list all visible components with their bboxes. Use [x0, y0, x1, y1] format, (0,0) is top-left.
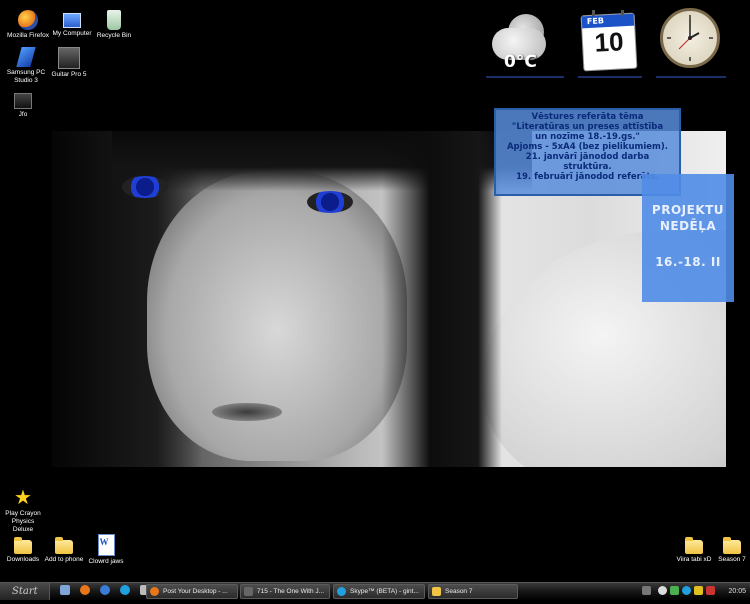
analog-clock-icon	[660, 8, 720, 68]
taskbar-item-season-7[interactable]: Season 7	[428, 584, 518, 599]
computer-icon	[63, 13, 81, 28]
note-line: 21. janvārī jānodod darba	[525, 152, 650, 162]
calendar-rings-icon	[592, 10, 624, 16]
skype-tray-icon[interactable]	[682, 586, 691, 595]
samsung-pc-studio-icon	[16, 47, 36, 67]
desktop-icon-clowrd-jaws[interactable]: Clowrd jaws	[78, 534, 134, 566]
tray-icon[interactable]	[694, 586, 703, 595]
note-line: PROJEKTU	[651, 203, 725, 217]
tray-icon[interactable]	[642, 586, 651, 595]
desktop-icon-label: Samsung PC	[6, 69, 46, 76]
taskbar: Start Post Your Desktop - ... 715 - The …	[0, 582, 750, 600]
desktop-icon-label: Physics	[11, 518, 35, 525]
guitar-pro-icon	[58, 47, 80, 69]
internet-explorer-icon[interactable]	[100, 585, 111, 595]
start-button[interactable]: Start	[0, 583, 50, 600]
media-player-icon	[244, 587, 253, 596]
desktop-icon-guitar-pro[interactable]: Guitar Pro 5	[41, 47, 97, 79]
note-line: Vēstures referāta tēma	[531, 112, 644, 122]
taskbar-item-715-the-one-with[interactable]: 715 - The One With J...	[240, 584, 330, 599]
recycle-bin-icon	[107, 10, 121, 30]
folder-icon	[14, 537, 32, 554]
note-line: struktūra.	[563, 162, 612, 172]
desktop-icon-season-7[interactable]: Season 7	[704, 536, 750, 564]
system-tray: 20:05	[640, 584, 750, 599]
note-dates: 16.-18. II	[655, 255, 721, 269]
desktop-icon-label: Mozilla Firefox	[7, 32, 49, 39]
desktop-icon-recycle-bin[interactable]: Recycle Bin	[86, 10, 142, 40]
note-line: un nozīme 18.-19.gs."	[535, 132, 640, 142]
desktop-icon-jfo[interactable]: Jfo	[0, 93, 51, 119]
weather-gadget[interactable]: 0°C	[486, 8, 564, 78]
note-line: "Literatūras un preses attīstība	[511, 122, 664, 132]
star-icon: ★	[14, 487, 32, 509]
show-desktop-icon[interactable]	[60, 585, 70, 595]
calendar-day: 10	[593, 26, 625, 58]
desktop-icon-label: Guitar Pro 5	[51, 71, 87, 78]
clock-gadget[interactable]	[656, 6, 726, 78]
folder-icon	[55, 537, 73, 554]
desktop-icon-label: Studio 3	[14, 77, 38, 84]
desktop-icon-label: Recycle Bin	[96, 32, 132, 39]
desktop-icon-label: Clowrd jaws	[88, 558, 124, 565]
desktop-icon-label: Season 7	[718, 556, 746, 563]
desktop-icon-label: Jfo	[18, 111, 28, 118]
word-document-icon	[97, 534, 115, 556]
sticky-note-project-week[interactable]: PROJEKTU NEDĒĻA 16.-18. II	[642, 174, 734, 302]
weather-temperature: 0°C	[504, 52, 537, 72]
note-line: Apjoms - 5xA4 (bez pielikumiem).	[506, 142, 669, 152]
taskbar-item-label: Season 7	[445, 588, 473, 595]
taskbar-clock[interactable]: 20:05	[728, 584, 746, 599]
quick-launch	[60, 585, 155, 598]
skype-icon[interactable]	[120, 585, 131, 595]
shortcut-icon	[14, 93, 32, 109]
folder-icon	[723, 537, 741, 554]
folder-icon	[432, 587, 441, 596]
tray-icon[interactable]	[706, 586, 715, 595]
folder-icon	[685, 537, 703, 554]
network-icon[interactable]	[670, 586, 679, 595]
taskbar-item-label: Post Your Desktop - ...	[163, 588, 228, 595]
desktop-icon-play-crayon-physics[interactable]: ★ Play Crayon Physics Deluxe	[0, 488, 51, 534]
firefox-icon	[18, 10, 38, 30]
taskbar-item-skype[interactable]: Skype™ (BETA) - gint...	[333, 584, 425, 599]
desktop-icon-label: Downloads	[6, 556, 40, 563]
firefox-icon	[150, 587, 159, 596]
firefox-icon[interactable]	[80, 585, 91, 595]
desktop-icon-label: Play Crayon	[5, 510, 41, 517]
taskbar-item-label: Skype™ (BETA) - gint...	[350, 588, 419, 595]
skype-icon	[337, 587, 346, 596]
taskbar-item-label: 715 - The One With J...	[257, 588, 325, 595]
calendar-gadget[interactable]: FEB 10	[578, 8, 642, 78]
desktop-icon-label: Deluxe	[12, 526, 34, 533]
desktop: Mozilla Firefox My Computer Recycle Bin …	[0, 0, 750, 582]
taskbar-item-post-your-desktop[interactable]: Post Your Desktop - ...	[146, 584, 238, 599]
note-line: NEDĒĻA	[659, 219, 717, 233]
volume-icon[interactable]	[658, 586, 667, 595]
